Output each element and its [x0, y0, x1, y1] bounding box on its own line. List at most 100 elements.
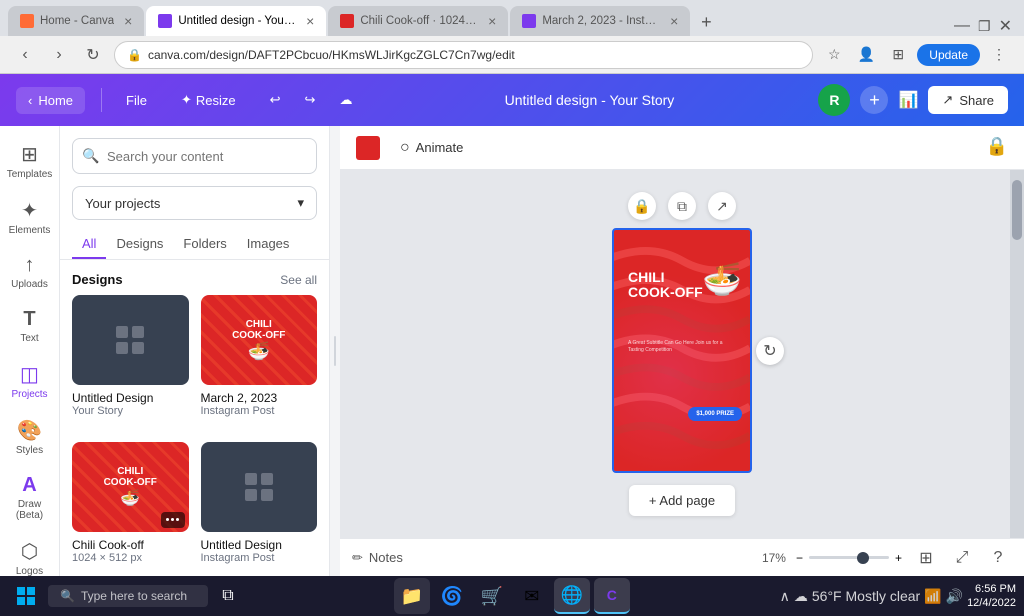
cloud-save-button[interactable]: ☁: [331, 86, 360, 114]
profile-button[interactable]: 👤: [853, 42, 879, 68]
tab-chili[interactable]: Chili Cook-off · 1024 × 512px ×: [328, 6, 508, 36]
taskbar-app-store[interactable]: 🛒: [474, 578, 510, 614]
color-picker[interactable]: [356, 136, 380, 160]
tab-folders[interactable]: Folders: [173, 230, 236, 259]
share-button[interactable]: ↗ Share: [928, 86, 1008, 114]
design-card-1[interactable]: Untitled Design Your Story: [72, 295, 189, 430]
taskbar-search[interactable]: 🔍 Type here to search: [48, 585, 208, 607]
projects-label: Projects: [11, 389, 47, 400]
taskbar-app-canva[interactable]: C: [594, 578, 630, 614]
copy-design-button[interactable]: ⧉: [668, 192, 696, 220]
task-view-button[interactable]: ⧉: [212, 580, 244, 612]
start-button[interactable]: [8, 580, 44, 612]
chili-line1: CHILI: [628, 270, 703, 285]
tab-close-chili[interactable]: ×: [488, 13, 496, 29]
sidebar-item-logos[interactable]: ⬡ Logos: [4, 531, 56, 576]
bookmark-button[interactable]: ☆: [821, 42, 847, 68]
rotate-button[interactable]: ↻: [756, 337, 784, 365]
lock-button[interactable]: 🔒: [986, 136, 1008, 157]
chrome-icon: 🌐: [561, 585, 583, 606]
dot-3: [176, 518, 179, 521]
sidebar-item-elements[interactable]: ✦ Elements: [4, 190, 56, 244]
dot-1: [166, 518, 169, 521]
tab-close-design[interactable]: ×: [306, 13, 314, 29]
tab-march[interactable]: March 2, 2023 - Instagram Post ×: [510, 6, 690, 36]
menu-button[interactable]: ⋮: [986, 42, 1012, 68]
zoom-in-icon[interactable]: +: [895, 551, 902, 565]
zoom-out-icon[interactable]: −: [796, 551, 803, 565]
panel-resize-handle[interactable]: [330, 126, 340, 576]
tab-close-home[interactable]: ×: [124, 13, 132, 29]
caret-up-icon[interactable]: ∧: [780, 588, 790, 605]
search-input[interactable]: [72, 138, 317, 174]
tab-designs[interactable]: Designs: [106, 230, 173, 259]
forward-button[interactable]: ›: [46, 42, 72, 68]
notes-button[interactable]: ✏ Notes: [352, 550, 403, 566]
animate-button[interactable]: ○ Animate: [392, 135, 471, 161]
projects-dropdown[interactable]: Your projects ▾: [72, 186, 317, 220]
canvas-scrollbar-v[interactable]: [1010, 170, 1024, 538]
canvas-subtitle: A Great Subtitle Can Go Here Join us for…: [628, 340, 736, 354]
invite-collaborator-button[interactable]: +: [860, 86, 888, 114]
tab-all[interactable]: All: [72, 230, 106, 259]
home-chevron-icon: ‹: [28, 93, 32, 108]
new-tab-button[interactable]: +: [692, 8, 720, 36]
sidebar-item-draw[interactable]: A Draw (Beta): [4, 466, 56, 529]
design-type-1: Your Story: [72, 405, 189, 417]
add-page-button[interactable]: + Add page: [629, 485, 735, 516]
system-clock[interactable]: 6:56 PM 12/4/2022: [967, 582, 1016, 611]
taskbar-app-explorer[interactable]: 📁: [394, 578, 430, 614]
home-button[interactable]: ‹ Home: [16, 87, 85, 114]
redo-button[interactable]: ↪: [297, 86, 324, 114]
undo-button[interactable]: ↩: [262, 86, 289, 114]
three-dots-overlay[interactable]: [161, 512, 185, 528]
tab-favicon-design: [158, 14, 172, 28]
update-button[interactable]: Update: [917, 44, 980, 66]
restore-button[interactable]: ❐: [978, 18, 991, 35]
blank-thumb-1: [72, 295, 189, 385]
tab-home[interactable]: Home - Canva ×: [8, 6, 144, 36]
sidebar-item-uploads[interactable]: ↑ Uploads: [4, 246, 56, 298]
design-card-3[interactable]: CHILICOOK-OFF 🍜 Chili Cook-off 1024 × 51…: [72, 442, 189, 577]
toolbar-actions: ↩ ↪ ☁: [262, 86, 361, 114]
taskbar-app-mail[interactable]: ✉: [514, 578, 550, 614]
taskbar-app-edge[interactable]: 🌀: [434, 578, 470, 614]
grid-cell: [245, 489, 257, 501]
analytics-button[interactable]: 📊: [898, 90, 918, 110]
sidebar-item-projects[interactable]: ◫ Projects: [4, 354, 56, 408]
lock-design-button[interactable]: 🔒: [628, 192, 656, 220]
fullscreen-button[interactable]: ⤢: [948, 544, 976, 572]
styles-icon: 🎨: [17, 418, 42, 443]
tab-close-march[interactable]: ×: [670, 13, 678, 29]
blank-thumb-4: [201, 442, 318, 532]
resize-button[interactable]: ✦ Resize: [171, 86, 246, 114]
sidebar-item-styles[interactable]: 🎨 Styles: [4, 410, 56, 464]
design-card-4[interactable]: Untitled Design Instagram Post: [201, 442, 318, 577]
grid-view-button[interactable]: ⊞: [912, 544, 940, 572]
minimize-button[interactable]: —: [954, 17, 970, 35]
taskbar-app-chrome[interactable]: 🌐: [554, 578, 590, 614]
tab-favicon-march: [522, 14, 536, 28]
close-window-button[interactable]: ✕: [999, 16, 1012, 36]
back-button[interactable]: ‹: [12, 42, 38, 68]
canvas-mascot: 🍜: [702, 260, 742, 298]
refresh-button[interactable]: ↻: [80, 42, 106, 68]
extensions-button[interactable]: ⊞: [885, 42, 911, 68]
tab-design[interactable]: Untitled design - Your Story ×: [146, 6, 326, 36]
design-canvas[interactable]: CHILI COOK-OFF 🍜 A Great Subtitle Can Go…: [612, 228, 752, 473]
file-menu-button[interactable]: File: [118, 87, 155, 114]
scroll-thumb-v[interactable]: [1012, 180, 1022, 240]
slider-track[interactable]: [809, 556, 889, 559]
user-avatar[interactable]: R: [818, 84, 850, 116]
slider-knob[interactable]: [857, 552, 869, 564]
design-card-2[interactable]: CHILICOOK-OFF 🍜 March 2, 2023 Instagram …: [201, 295, 318, 430]
zoom-slider[interactable]: − +: [796, 551, 902, 565]
see-all-button[interactable]: See all: [280, 273, 317, 287]
sidebar-item-text[interactable]: T Text: [4, 300, 56, 352]
tab-label-march: March 2, 2023 - Instagram Post: [542, 15, 660, 27]
address-bar[interactable]: 🔒 canva.com/design/DAFT2PCbcuo/HKmsWLJir…: [114, 41, 813, 69]
share-design-button[interactable]: ↗: [708, 192, 736, 220]
tab-images[interactable]: Images: [237, 230, 300, 259]
help-button[interactable]: ?: [984, 544, 1012, 572]
sidebar-item-templates[interactable]: ⊞ Templates: [4, 134, 56, 188]
